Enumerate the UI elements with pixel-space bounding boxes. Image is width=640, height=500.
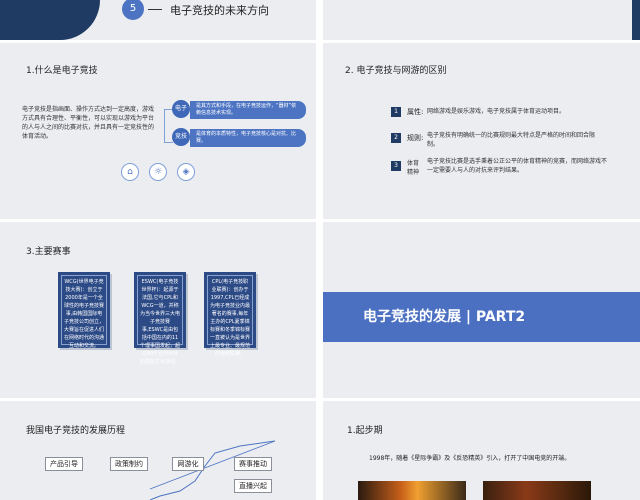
game-image-counter-strike [483, 481, 591, 500]
tournament-card-wcg: WCG(世界电子竞技大赛)：创立于2000年是一个全球性的电子竞技赛事,由韩国国… [58, 272, 110, 349]
esports-description: 电子竞技是指画面、操作方式达到一定高度，游戏方式具有合理性、平衡性，可以实现以游… [22, 106, 155, 140]
electronic-label: 电子 [172, 100, 190, 118]
header-slide-left: 5 电子竞技的未来方向 [0, 0, 316, 40]
lightbulb-icon: ☼ [149, 163, 167, 181]
slide-starting-period: 1.起步期 1998年，随着《星际争霸》及《反恐精英》引入，打开了中国电竞的开端… [323, 401, 640, 500]
slide-esports-vs-online-games: 2. 电子竞技与网游的区别 1 属性: 网络游戏是娱乐游戏，电子竞技属于体育运动… [323, 43, 640, 219]
slide-major-tournaments: 3.主要赛事 WCG(世界电子竞技大赛)：创立于2000年是一个全球性的电子竞技… [0, 222, 316, 398]
header-right-accent [632, 0, 640, 40]
card-text: ESWC(电子竞技世界杯)：起源于法国,它与CPL和WCG一道，并称为当今世界三… [137, 275, 183, 365]
item-number: 1 [391, 107, 401, 117]
card-text: CPL(电子竞技职业联赛)：创办于1997,CPL已经成为电子竞技业内最著名的赛… [207, 275, 253, 357]
item-label: 属性: [407, 108, 424, 116]
slide-title: 1.什么是电子竞技 [26, 66, 98, 76]
slide-china-esports-history: 我国电子竞技的发展历程 产品引导 政策制约 网游化 赛事推动 直播兴起 [0, 401, 316, 500]
card-text: WCG(世界电子竞技大赛)：创立于2000年是一个全球性的电子竞技赛事,由韩国国… [61, 275, 107, 349]
stage-label: 网游化 [172, 457, 204, 471]
tournament-card-cpl: CPL(电子竞技职业联赛)：创办于1997,CPL已经成为电子竞技业内最著名的赛… [204, 272, 256, 357]
slide-part2-banner: 电子竞技的发展 | PART2 [323, 222, 640, 398]
electronic-definition: 是其方式和手段，在电子竞技运作，“器材”依赖信息技术实现。 [190, 101, 306, 119]
item-label: 规则: [407, 134, 424, 142]
slide-title: 1.起步期 [347, 426, 383, 436]
header-divider [148, 9, 162, 10]
header-title: 电子竞技的未来方向 [170, 4, 269, 17]
slide-what-is-esports: 1.什么是电子竞技 电子竞技是指画面、操作方式达到一定高度，游戏方式具有合理性、… [0, 43, 316, 219]
stage-label: 产品引导 [45, 457, 83, 471]
competition-definition: 是体育的本质特性，电子竞技核心是对抗、比赛。 [190, 129, 306, 147]
game-image-starcraft [358, 481, 466, 500]
item-number: 2 [391, 133, 401, 143]
header-accent-curve [0, 0, 100, 40]
header-number-circle: 5 [122, 0, 144, 20]
slide-title: 3.主要赛事 [26, 247, 71, 257]
slide-title: 2. 电子竞技与网游的区别 [345, 66, 447, 76]
item-text: 网络游戏是娱乐游戏，电子竞技属于体育运动项目。 [427, 108, 566, 115]
item-number: 3 [391, 161, 401, 171]
item-text: 电子竞技比赛是选手秉着公正公平的体育精神的竞赛，而网络游戏不一定需要人与人的对抗… [427, 158, 608, 174]
banner-title: 电子竞技的发展 | PART2 [363, 309, 526, 325]
stage-label: 赛事推动 [234, 457, 272, 471]
home-icon: ⌂ [121, 163, 139, 181]
stage-label: 政策制约 [110, 457, 148, 471]
tournament-card-eswc: ESWC(电子竞技世界杯)：起源于法国,它与CPL和WCG一道，并称为当今世界三… [134, 272, 186, 365]
header-slide-right [323, 0, 640, 40]
stage-label: 直播兴起 [234, 479, 272, 493]
period-description: 1998年，随着《星际争霸》及《反恐精英》引入，打开了中国电竞的开端。 [369, 455, 571, 462]
shield-icon: ◈ [177, 163, 195, 181]
item-text: 电子竞技有明确统一的比赛规则最大特点是严格的时间和回合限制。 [427, 132, 596, 148]
item-label: 体育精神 [407, 160, 420, 176]
competition-label: 竞技 [172, 128, 190, 146]
